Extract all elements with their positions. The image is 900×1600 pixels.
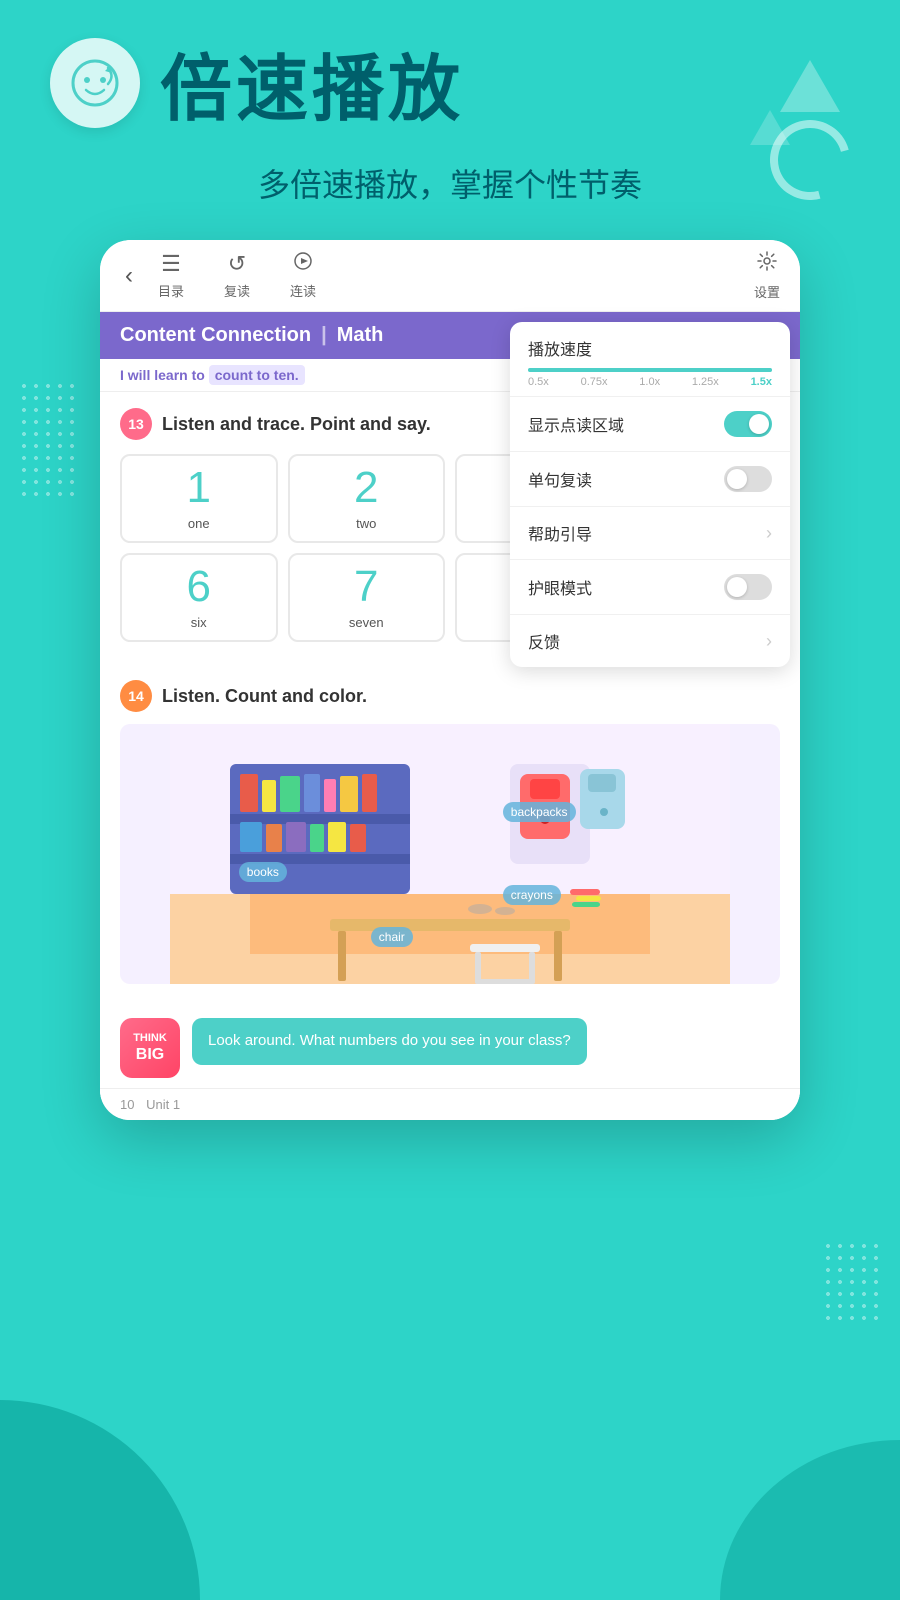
speed-0.75x[interactable]: 0.75x <box>581 376 608 388</box>
toolbar-settings[interactable]: 设置 <box>754 250 780 301</box>
content-connection-text: Content Connection <box>120 324 311 347</box>
play-label: 连读 <box>290 281 316 300</box>
show-reading-area-row: 显示点读区域 <box>510 397 790 452</box>
big-label: BIG <box>136 1045 164 1064</box>
unit-label: Unit 1 <box>146 1097 180 1112</box>
think-big-question: Look around. What numbers do you see in … <box>208 1032 571 1049</box>
toolbar-item-toc[interactable]: ☰ 目录 <box>158 251 184 300</box>
think-label: THINK <box>133 1032 167 1045</box>
bg-dots-right <box>822 1240 882 1320</box>
badge-number-14: 14 <box>128 688 144 704</box>
book-content: 播放速度 0.5x 0.75x 1.0x 1.25x 1.5x 显示点读区域 <box>100 312 800 1120</box>
toolbar-item-repeat[interactable]: ↺ 复读 <box>224 251 250 300</box>
header-subtitle: 多倍速播放，掌握个性节奏 <box>0 160 900 206</box>
subtitle-content: count to ten. <box>209 365 305 385</box>
app-logo <box>50 38 140 128</box>
think-big-badge: THINK BIG <box>120 1018 180 1078</box>
help-guide-chevron: › <box>766 523 772 544</box>
label-books: books <box>239 862 287 882</box>
listen-title: Listen and trace. Point and say. <box>162 414 431 435</box>
digit-1: 1 <box>130 466 268 510</box>
single-repeat-toggle[interactable] <box>724 466 772 492</box>
back-button[interactable]: ‹ <box>120 257 138 295</box>
content-sep: | <box>321 324 327 347</box>
bg-wave-right <box>720 1440 900 1600</box>
number-card-2: 2 two <box>288 454 446 543</box>
feedback-row[interactable]: 反馈 › <box>510 615 790 667</box>
digit-6: 6 <box>130 565 268 609</box>
subject-text: Math <box>337 324 384 347</box>
help-guide-row[interactable]: 帮助引导 › <box>510 507 790 560</box>
repeat-icon: ↺ <box>228 251 246 277</box>
digit-2: 2 <box>298 466 436 510</box>
word-six: six <box>130 615 268 630</box>
page-number: 10 <box>120 1097 134 1112</box>
section-badge-13: 13 <box>120 408 152 440</box>
show-reading-area-toggle[interactable] <box>724 411 772 437</box>
toolbar-item-play[interactable]: 连读 <box>290 251 316 300</box>
page-title: 倍速播放 <box>160 30 464 135</box>
settings-icon <box>756 250 778 278</box>
repeat-label: 复读 <box>224 281 250 300</box>
word-two: two <box>298 516 436 531</box>
bg-dots-left <box>18 380 78 500</box>
page-footer: 10 Unit 1 <box>100 1088 800 1120</box>
listen-count-title: Listen. Count and color. <box>162 686 367 707</box>
think-big-section: THINK BIG Look around. What numbers do y… <box>100 1008 800 1088</box>
speed-labels: 0.5x 0.75x 1.0x 1.25x 1.5x <box>528 376 772 388</box>
speed-setting-row: 播放速度 0.5x 0.75x 1.0x 1.25x 1.5x <box>510 322 790 397</box>
number-card-6: 6 six <box>120 553 278 642</box>
eye-protect-toggle[interactable] <box>724 574 772 600</box>
classroom-illustration: books backpacks crayons chair <box>120 724 780 984</box>
speed-label: 播放速度 <box>528 336 592 360</box>
speed-1.5x[interactable]: 1.5x <box>751 376 772 388</box>
word-one: one <box>130 516 268 531</box>
toolbar-items: ☰ 目录 ↺ 复读 连读 <box>158 251 754 300</box>
listen-count-section: 14 Listen. Count and color. <box>100 670 800 1008</box>
play-icon <box>293 251 313 277</box>
section-badge-14: 14 <box>120 680 152 712</box>
bg-wave-left <box>0 1400 200 1600</box>
single-repeat-row: 单句复读 <box>510 452 790 507</box>
speed-1.0x[interactable]: 1.0x <box>639 376 660 388</box>
settings-panel: 播放速度 0.5x 0.75x 1.0x 1.25x 1.5x 显示点读区域 <box>510 322 790 667</box>
subtitle-prefix: I will learn to <box>120 367 205 383</box>
speed-slider[interactable] <box>528 368 772 372</box>
feedback-label: 反馈 <box>528 629 560 653</box>
eye-protect-label: 护眼模式 <box>528 575 592 599</box>
toc-icon: ☰ <box>161 251 181 277</box>
toc-label: 目录 <box>158 281 184 300</box>
single-repeat-label: 单句复读 <box>528 467 592 491</box>
number-card-7: 7 seven <box>288 553 446 642</box>
toolbar: ‹ ☰ 目录 ↺ 复读 连读 <box>100 240 800 312</box>
eye-protect-row: 护眼模式 <box>510 560 790 615</box>
speed-slider-fill <box>528 368 772 372</box>
think-big-text: Look around. What numbers do you see in … <box>192 1018 587 1065</box>
label-crayons: crayons <box>503 885 561 905</box>
speed-0.5x[interactable]: 0.5x <box>528 376 549 388</box>
speed-1.25x[interactable]: 1.25x <box>692 376 719 388</box>
header: 倍速播放 <box>0 30 900 135</box>
label-backpacks: backpacks <box>503 802 576 822</box>
number-card-1: 1 one <box>120 454 278 543</box>
help-guide-label: 帮助引导 <box>528 521 592 545</box>
label-chair: chair <box>371 927 413 947</box>
settings-label: 设置 <box>754 282 780 301</box>
word-seven: seven <box>298 615 436 630</box>
feedback-chevron: › <box>766 631 772 652</box>
badge-number: 13 <box>128 416 144 432</box>
show-reading-area-label: 显示点读区域 <box>528 412 624 436</box>
device-frame: ‹ ☰ 目录 ↺ 复读 连读 <box>100 240 800 1120</box>
listen-count-header: 14 Listen. Count and color. <box>120 680 780 712</box>
digit-7: 7 <box>298 565 436 609</box>
